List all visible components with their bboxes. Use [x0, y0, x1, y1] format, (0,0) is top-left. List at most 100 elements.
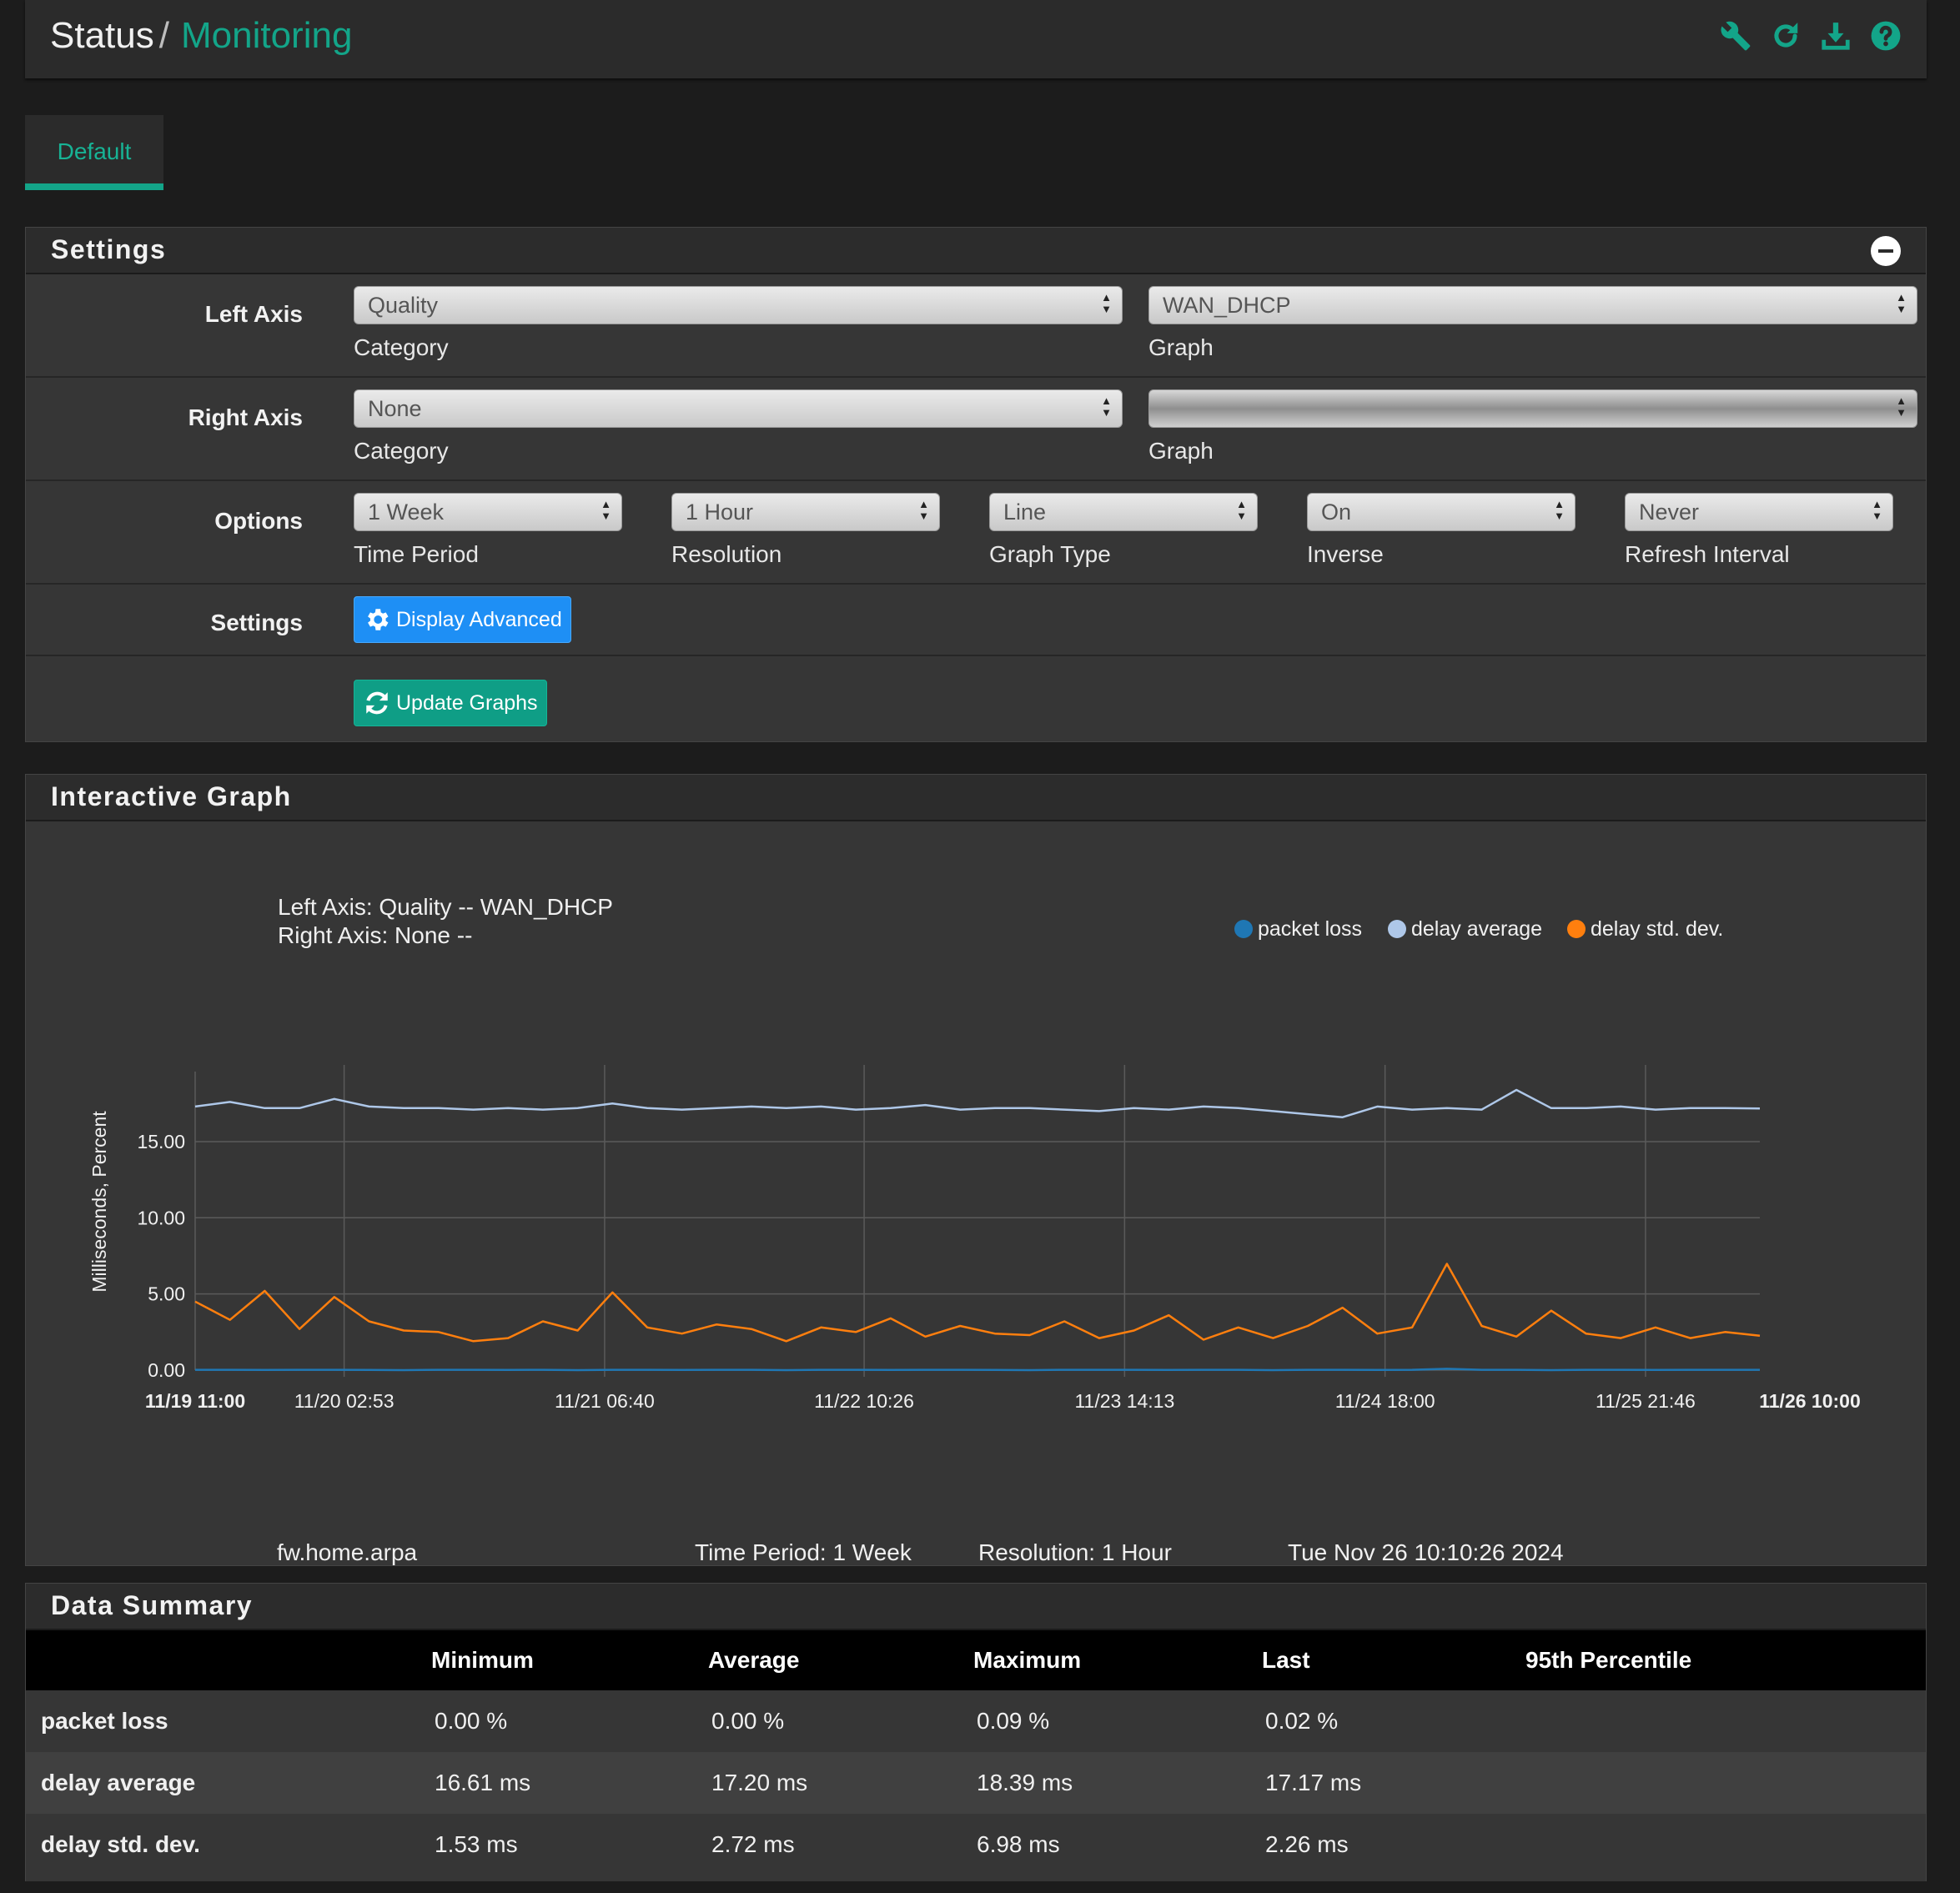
help-icon[interactable]	[1870, 20, 1902, 52]
inverse-label: Inverse	[1307, 541, 1384, 567]
resolution-select[interactable]: 1 Hour ▲ ▼	[671, 493, 940, 531]
summary-table: Minimum Average Maximum Last 95th Percen…	[26, 1630, 1926, 1875]
select-value: Line	[1003, 500, 1047, 525]
select-arrows-icon: ▲ ▼	[601, 498, 611, 522]
update-row: Update Graphs	[26, 656, 1926, 738]
cell-average: 0.00 %	[708, 1690, 973, 1752]
y-tick-label: 5.00	[148, 1283, 185, 1305]
refresh-icon[interactable]	[1770, 20, 1802, 52]
right-axis-info: Right Axis: None --	[278, 922, 472, 948]
inverse-select[interactable]: On ▲ ▼	[1307, 493, 1576, 531]
cell-average: 17.20 ms	[708, 1752, 973, 1814]
left-axis-info: Left Axis: Quality -- WAN_DHCP	[278, 894, 613, 920]
select-value: Never	[1639, 500, 1700, 525]
graph-label: Graph	[1148, 438, 1214, 464]
settings-row: Settings Display Advanced	[26, 585, 1926, 656]
graph-panel: Interactive Graph Left Axis: Quality -- …	[25, 774, 1927, 1566]
breadcrumb-separator: /	[158, 15, 169, 56]
hostname-label: fw.home.arpa	[277, 1539, 418, 1565]
breadcrumb-monitoring[interactable]: Monitoring	[181, 15, 352, 56]
select-value: None	[368, 396, 422, 421]
timestamp-info: Tue Nov 26 10:10:26 2024	[1288, 1539, 1564, 1565]
select-value: 1 Week	[368, 500, 445, 525]
cell-95th-percentile	[1525, 1690, 1926, 1752]
button-label: Update Graphs	[396, 690, 538, 715]
options-label: Options	[214, 508, 303, 534]
table-row: delay std. dev. 1.53 ms 2.72 ms 6.98 ms …	[26, 1814, 1926, 1875]
breadcrumb: Status / Monitoring	[50, 15, 352, 57]
legend-label: delay std. dev.	[1591, 917, 1723, 941]
chart-lines	[194, 1088, 1761, 1372]
left-axis-category-select[interactable]: Quality ▲ ▼	[354, 286, 1123, 324]
refresh-icon	[366, 691, 388, 715]
legend-swatch-delay-std-dev	[1567, 920, 1586, 938]
category-label: Category	[354, 438, 449, 464]
x-tick-label: 11/22 10:26	[814, 1390, 914, 1412]
time-period-select[interactable]: 1 Week ▲ ▼	[354, 493, 622, 531]
select-arrows-icon: ▲ ▼	[1554, 498, 1565, 522]
x-tick-label: 11/24 18:00	[1335, 1390, 1435, 1412]
panel-title: Data Summary	[51, 1590, 254, 1620]
settings-panel: Settings Left Axis Quality ▲ ▼ Category W…	[25, 227, 1927, 742]
cell-last: 17.17 ms	[1262, 1752, 1525, 1814]
select-arrows-icon: ▲ ▼	[1101, 291, 1112, 315]
cell-maximum: 0.09 %	[973, 1690, 1262, 1752]
series-line-delay-average[interactable]	[194, 1088, 1761, 1118]
select-arrows-icon: ▲ ▼	[1872, 498, 1882, 522]
graph-label: Graph	[1148, 334, 1214, 360]
row-name: delay std. dev.	[26, 1814, 431, 1875]
cell-minimum: 1.53 ms	[431, 1814, 708, 1875]
wrench-icon[interactable]	[1720, 20, 1751, 52]
column-header-95th-percentile: 95th Percentile	[1525, 1630, 1926, 1690]
column-header-average: Average	[708, 1630, 973, 1690]
options-row: Options 1 Week ▲ ▼ Time Period 1 Hour ▲ ▼ …	[26, 481, 1926, 585]
legend-item-delay-std-dev[interactable]: delay std. dev.	[1567, 917, 1723, 941]
column-header-minimum: Minimum	[431, 1630, 708, 1690]
graph-type-label: Graph Type	[989, 541, 1111, 567]
series-line-delay-std-dev[interactable]	[194, 1263, 1761, 1343]
legend-item-packet-loss[interactable]: packet loss	[1234, 917, 1362, 941]
gear-icon	[368, 609, 389, 630]
refresh-interval-select[interactable]: Never ▲ ▼	[1625, 493, 1893, 531]
graph-type-select[interactable]: Line ▲ ▼	[989, 493, 1258, 531]
legend-item-delay-average[interactable]: delay average	[1388, 917, 1542, 941]
x-end-label: 11/26 10:00	[1759, 1390, 1861, 1412]
cell-average: 2.72 ms	[708, 1814, 973, 1875]
cell-95th-percentile	[1525, 1752, 1926, 1814]
time-period-label: Time Period	[354, 541, 479, 567]
cell-maximum: 18.39 ms	[973, 1752, 1262, 1814]
column-header-maximum: Maximum	[973, 1630, 1262, 1690]
x-tick-label: 11/23 14:13	[1074, 1390, 1174, 1412]
interactive-chart[interactable]: Left Axis: Quality -- WAN_DHCP Right Axi…	[26, 821, 1927, 1565]
panel-title: Interactive Graph	[51, 781, 292, 811]
cell-last: 0.02 %	[1262, 1690, 1525, 1752]
summary-panel-header: Data Summary	[26, 1584, 1926, 1630]
left-axis-graph-select[interactable]: WAN_DHCP ▲ ▼	[1148, 286, 1917, 324]
update-graphs-button[interactable]: Update Graphs	[354, 680, 547, 726]
y-axis-label: Milliseconds, Percent	[88, 1111, 110, 1293]
series-line-packet-loss[interactable]	[195, 1368, 1760, 1372]
select-value: Quality	[368, 293, 439, 318]
tab-default[interactable]: Default	[25, 115, 163, 190]
right-axis-category-select[interactable]: None ▲ ▼	[354, 389, 1123, 428]
x-tick-label: 11/21 06:40	[555, 1390, 655, 1412]
breadcrumb-status[interactable]: Status	[50, 15, 154, 56]
x-tick-label: 11/25 21:46	[1596, 1390, 1696, 1412]
refresh-interval-label: Refresh Interval	[1625, 541, 1790, 567]
summary-header-row: Minimum Average Maximum Last 95th Percen…	[26, 1630, 1926, 1690]
resolution-label: Resolution	[671, 541, 782, 567]
collapse-icon[interactable]	[1871, 236, 1901, 266]
download-icon[interactable]	[1820, 20, 1852, 52]
right-axis-graph-select[interactable]: ▲ ▼	[1148, 389, 1917, 428]
x-tick-label: 11/20 02:53	[294, 1390, 395, 1412]
cell-minimum: 16.61 ms	[431, 1752, 708, 1814]
row-name: packet loss	[26, 1690, 431, 1752]
cell-maximum: 6.98 ms	[973, 1814, 1262, 1875]
display-advanced-button[interactable]: Display Advanced	[354, 596, 571, 643]
legend-label: packet loss	[1258, 917, 1362, 941]
select-arrows-icon: ▲ ▼	[918, 498, 929, 522]
x-start-label: 11/19 11:00	[145, 1390, 245, 1412]
right-axis-label: Right Axis	[188, 404, 303, 430]
select-value: WAN_DHCP	[1163, 293, 1291, 318]
page-header: Status / Monitoring	[25, 0, 1927, 78]
